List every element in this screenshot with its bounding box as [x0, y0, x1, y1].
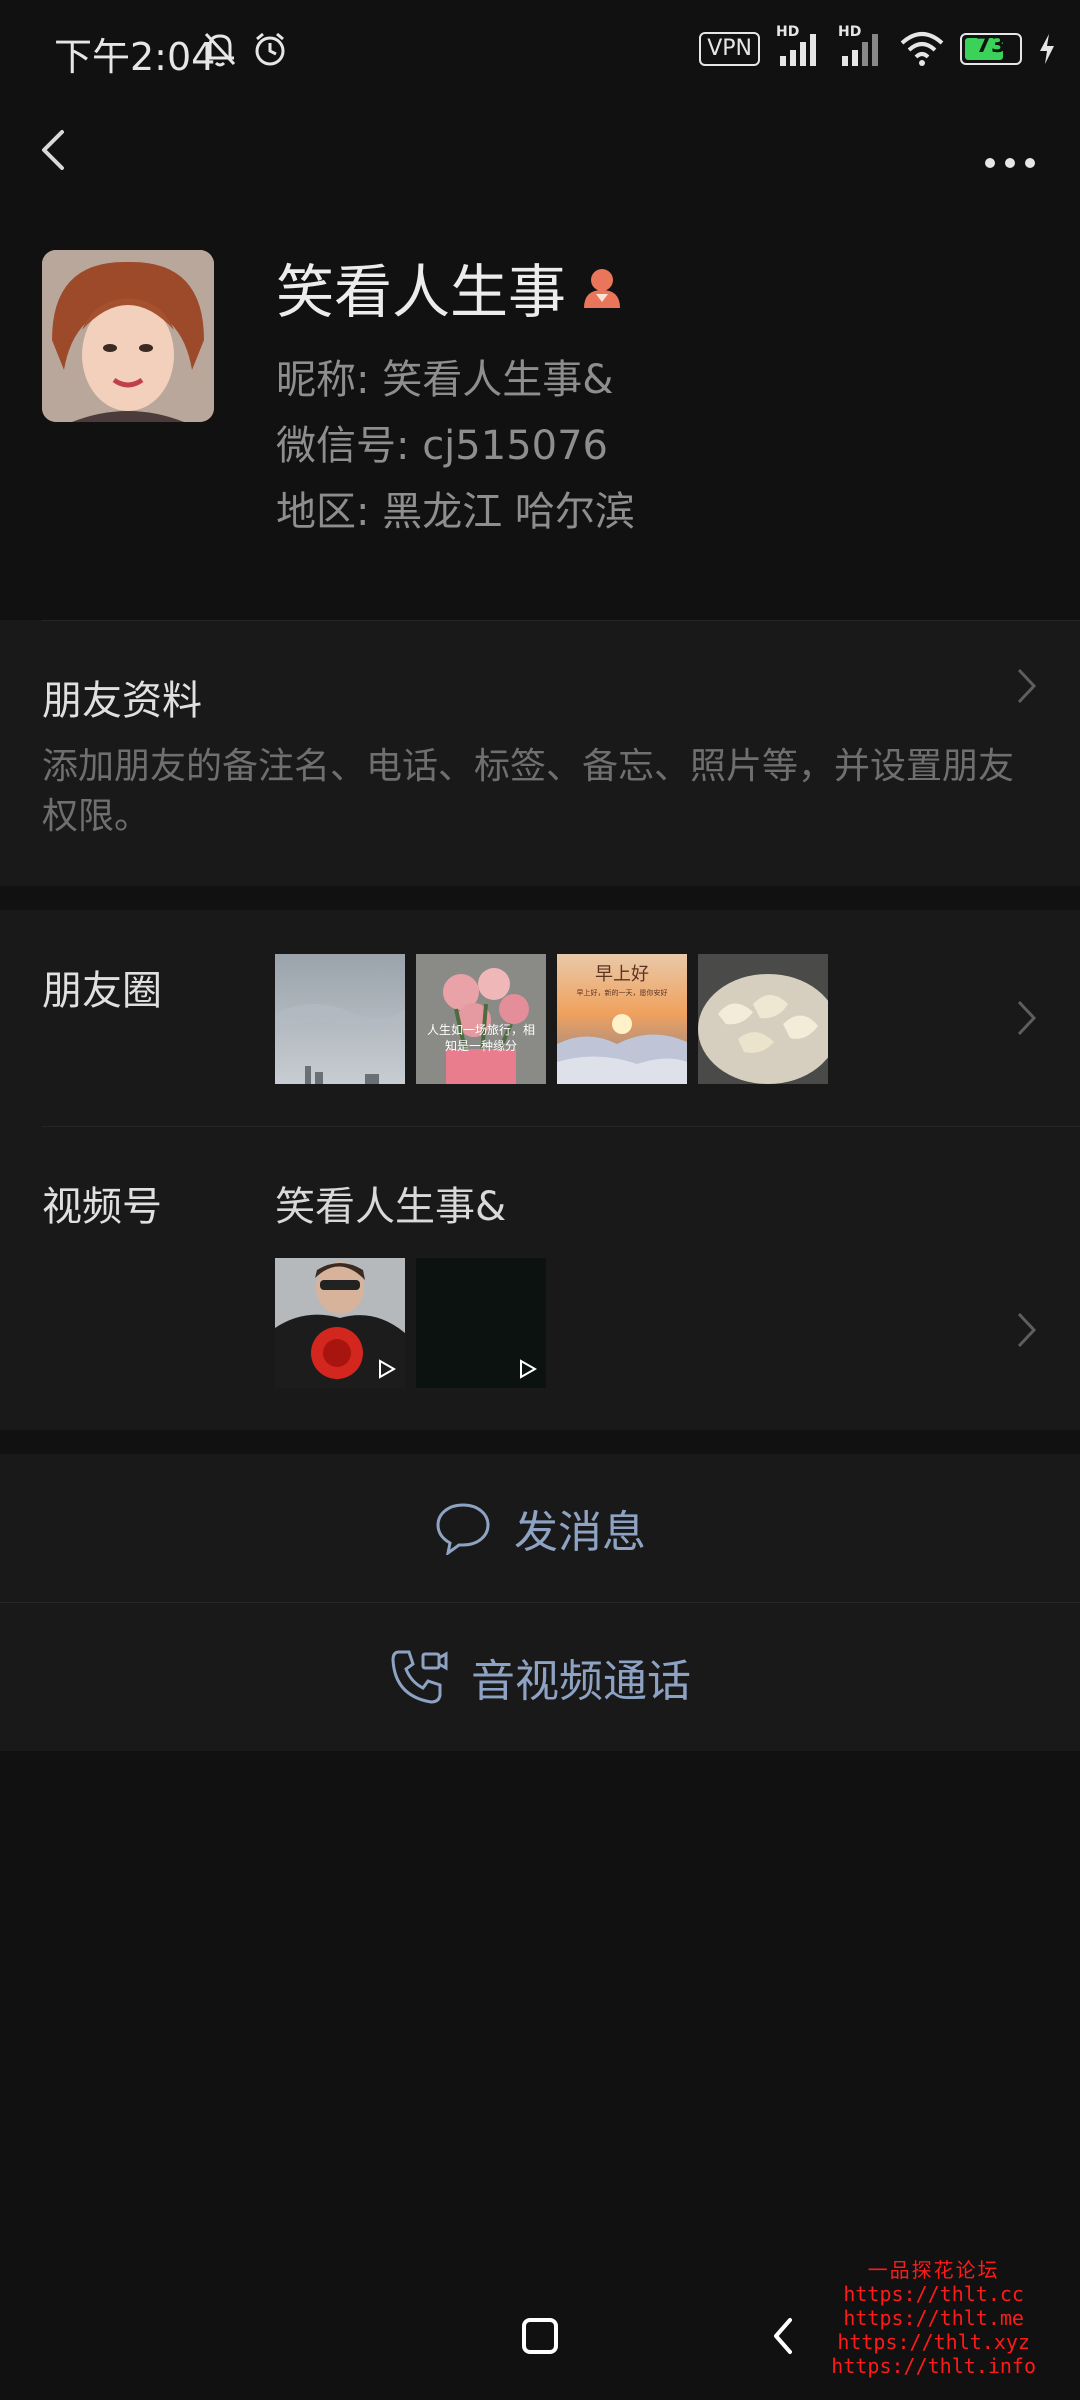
moments-title: 朋友圈 [42, 968, 162, 1014]
watermark-url: https://thlt.me [843, 2306, 1024, 2330]
send-message-label: 发消息 [514, 1507, 646, 1558]
channels-title: 视频号 [42, 1184, 162, 1230]
watermark-url: https://thlt.cc [843, 2282, 1024, 2306]
section-divider [42, 620, 1080, 621]
back-arrow-icon[interactable] [30, 120, 90, 180]
chat-bubble-icon [436, 1503, 490, 1555]
forum-watermark: 一品探花论坛 https://thlt.cc https://thlt.me h… [831, 2258, 1036, 2378]
play-icon [520, 1359, 538, 1379]
profile-nickname: 昵称: 笑看人生事& [276, 357, 614, 403]
phone-video-icon [391, 1650, 448, 1704]
profile-wechat-id: 微信号: cj515076 [276, 423, 608, 469]
status-time: 下午2:04 [54, 35, 216, 79]
profile-region: 地区: 黑龙江 哈尔滨 [276, 489, 635, 535]
friend-info-desc: 添加朋友的备注名、电话、标签、备忘、照片等，并设置朋友权限。 [42, 746, 1015, 837]
audio-video-call-button[interactable]: 音视频通话 [0, 1603, 1080, 1751]
play-icon [379, 1359, 397, 1379]
alarm-icon [255, 32, 285, 66]
moments-thumb-3-subtitle: 早上好，新的一天，愿你安好 [576, 989, 668, 997]
status-bar: 下午2:04 VPN HD HD 73 [0, 0, 1080, 100]
signal-1: HD [776, 24, 822, 68]
moments-thumb-3: 早上好 早上好，新的一天，愿你安好 [557, 954, 687, 1084]
moments-thumb-2-caption: 人生如一场旅行，相知是一种缘分 [426, 1023, 535, 1053]
home-square-icon[interactable] [518, 2314, 562, 2358]
avatar[interactable] [42, 250, 214, 422]
charging-icon [1040, 34, 1054, 64]
moments-thumb-1 [275, 954, 405, 1084]
friend-info-section[interactable]: 朋友资料 添加朋友的备注名、电话、标签、备忘、照片等，并设置朋友权限。 [0, 620, 1080, 886]
watermark-url: https://thlt.xyz [837, 2330, 1030, 2354]
channels-video-2[interactable] [416, 1258, 546, 1388]
moments-thumb-4 [698, 954, 828, 1084]
chevron-right-icon [1017, 1312, 1037, 1348]
send-message-button[interactable]: 发消息 [0, 1454, 1080, 1602]
profile-name: 笑看人生事 [276, 245, 624, 329]
channels-section[interactable]: 视频号 笑看人生事& [0, 1126, 1080, 1430]
battery-icon: 73 [960, 33, 1022, 65]
watermark-title: 一品探花论坛 [867, 2258, 1000, 2282]
battery-level: 73 [975, 33, 1007, 58]
profile-name-text: 笑看人生事 [276, 258, 567, 326]
channels-video-1[interactable] [275, 1258, 405, 1388]
section-divider [42, 1126, 1080, 1127]
hd-label-1: HD [776, 24, 800, 40]
moments-thumb-2: 人生如一场旅行，相知是一种缘分 [416, 954, 546, 1084]
mute-bell-icon [204, 32, 236, 67]
friend-info-title: 朋友资料 [42, 678, 202, 724]
moments-thumb-3-title: 早上好 [595, 964, 649, 985]
chevron-right-icon [1017, 1000, 1037, 1036]
female-gender-icon [584, 269, 621, 308]
signal-2: HD [838, 24, 884, 68]
vpn-badge: VPN [699, 32, 760, 66]
channels-account-name: 笑看人生事& [275, 1184, 507, 1230]
wifi-icon [900, 32, 944, 66]
hd-label-2: HD [838, 24, 862, 40]
moments-section[interactable]: 朋友圈 人生如一场旅行，相知是一种缘分 早上好 早上好，新的一天，愿你安好 [0, 910, 1080, 1126]
chevron-right-icon [1017, 668, 1037, 704]
more-options-icon[interactable] [970, 120, 1050, 180]
audio-video-call-label: 音视频通话 [471, 1656, 691, 1707]
system-back-icon[interactable] [766, 2314, 802, 2358]
watermark-url: https://thlt.info [831, 2354, 1036, 2378]
status-icons: VPN HD HD 73 [699, 24, 1056, 68]
top-bar [0, 100, 1080, 200]
